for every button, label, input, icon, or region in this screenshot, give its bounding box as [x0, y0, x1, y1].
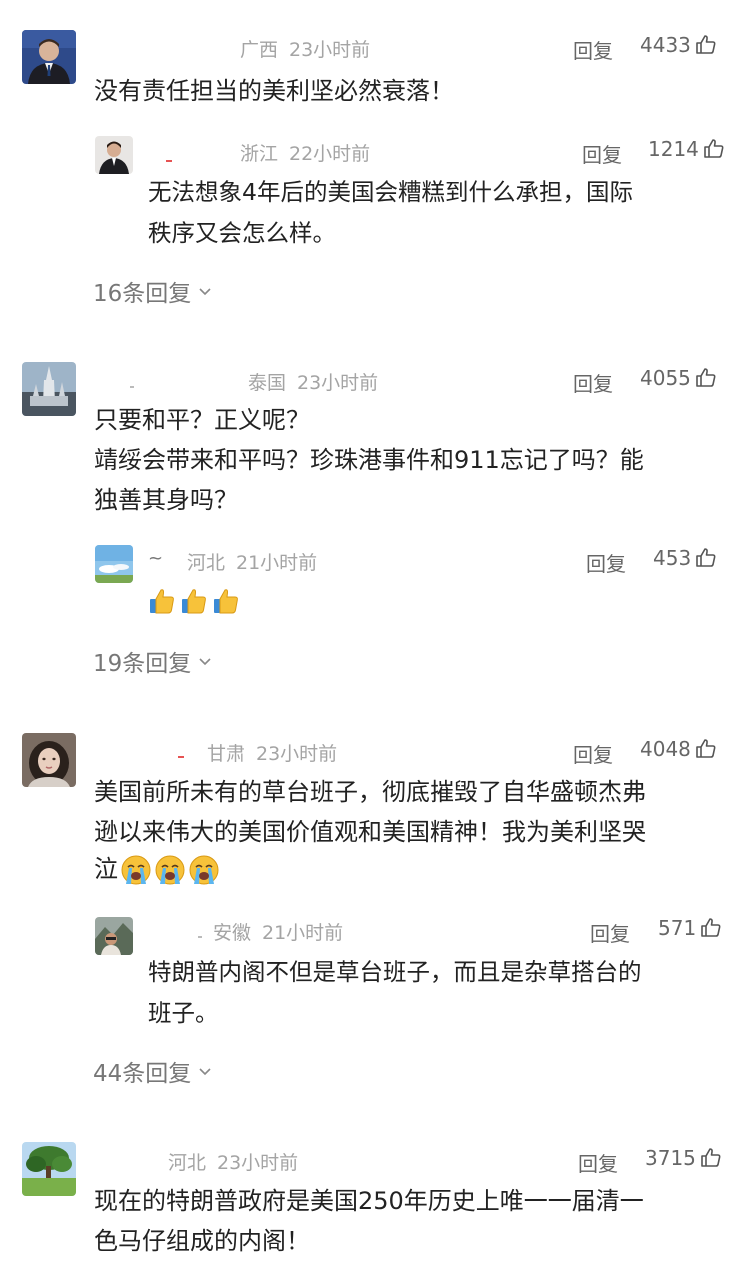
reply-button[interactable]: 回复	[578, 1148, 618, 1177]
like-count: 1214	[648, 137, 699, 161]
reply-time: 22小时前	[289, 143, 371, 165]
comment-text: 只要和平？正义呢？	[94, 406, 310, 434]
reply-text: 班子。	[148, 999, 219, 1027]
comment-text: 靖绥会带来和平吗？珍珠港事件和911忘记了吗？能	[94, 446, 644, 474]
more-replies-label: 44条回复	[93, 1061, 192, 1087]
like-button[interactable]: 571	[658, 916, 723, 940]
thumbs-up-icon	[696, 35, 716, 54]
like-button[interactable]: 4048	[640, 737, 718, 761]
thumbs-up-icon	[696, 368, 716, 387]
comment-time: 23小时前	[297, 372, 379, 394]
comment-feed: 广西 23小时前 回复 4433 没有责任担当的美利坚必然衰落！ 浙江 22小时…	[0, 0, 740, 1280]
avatar[interactable]	[22, 362, 76, 416]
chevron-down-icon	[199, 288, 211, 296]
like-button[interactable]: 453	[653, 546, 718, 570]
comment-text: 没有责任担当的美利坚必然衰落！	[94, 77, 454, 105]
like-count: 453	[653, 546, 692, 570]
avatar-image	[22, 733, 76, 787]
avatar-image	[22, 362, 76, 416]
reply-button[interactable]: 回复	[573, 739, 613, 768]
comment-text: 色马仔组成的内阁！	[94, 1227, 310, 1255]
comment-text-line: 泣	[94, 850, 220, 889]
more-replies-button[interactable]: 16条回复	[93, 274, 213, 308]
avatar[interactable]	[95, 917, 133, 955]
comment-location: 甘肃	[207, 743, 246, 765]
thumbs-up-emoji-icon	[214, 589, 238, 614]
like-button[interactable]: 4433	[640, 33, 718, 57]
like-count: 4433	[640, 33, 691, 57]
reply-location: 河北	[187, 552, 226, 574]
username-mark	[198, 936, 202, 938]
avatar[interactable]	[95, 545, 133, 583]
more-replies-label: 16条回复	[93, 281, 192, 307]
reply-button[interactable]: 回复	[582, 139, 622, 168]
like-count: 4048	[640, 737, 691, 761]
thumbs-up-icon	[704, 139, 724, 158]
like-count: 3715	[645, 1146, 696, 1170]
reply-emoji-row	[147, 586, 241, 616]
thumbs-up-emoji-icon	[150, 589, 174, 614]
avatar-image	[95, 136, 133, 174]
like-count: 571	[658, 916, 697, 940]
comment-time: 23小时前	[289, 39, 371, 61]
avatar[interactable]	[22, 733, 76, 787]
reply-time: 21小时前	[236, 552, 318, 574]
reply-button[interactable]: 回复	[586, 548, 626, 577]
more-replies-button[interactable]: 19条回复	[93, 644, 213, 678]
reply-text: 秩序又会怎么样。	[148, 219, 336, 247]
comment-text: 逊以来伟大的美国价值观和美国精神！我为美利坚哭	[94, 818, 646, 846]
reply-button[interactable]: 回复	[590, 918, 630, 947]
avatar[interactable]	[22, 30, 76, 84]
comment-text: 泣	[94, 855, 118, 883]
reply-username: ~	[148, 548, 164, 569]
avatar[interactable]	[95, 136, 133, 174]
like-button[interactable]: 4055	[640, 366, 718, 390]
reply-button[interactable]: 回复	[573, 35, 613, 64]
comment-text: 独善其身吗？	[94, 486, 238, 514]
comment-time: 23小时前	[256, 743, 338, 765]
chevron-down-icon	[199, 1068, 211, 1076]
avatar-image	[22, 30, 76, 84]
avatar-image	[95, 545, 133, 583]
thumbs-up-icon	[701, 918, 721, 937]
chevron-down-icon	[199, 658, 211, 666]
reply-location: 浙江	[240, 143, 279, 165]
loudly-crying-emoji-icon	[189, 855, 219, 884]
thumbs-up-emoji-icon	[182, 589, 206, 614]
comment-text: 美国前所未有的草台班子，彻底摧毁了自华盛顿杰弗	[94, 778, 646, 806]
loudly-crying-emoji-icon	[121, 855, 151, 884]
more-replies-button[interactable]: 44条回复	[93, 1054, 213, 1088]
thumbs-up-icon	[696, 739, 716, 758]
comment-text: 现在的特朗普政府是美国250年历史上唯一一届清一	[94, 1187, 644, 1215]
comment-time: 23小时前	[217, 1152, 299, 1174]
comment-location: 泰国	[248, 372, 287, 394]
reply-time: 21小时前	[262, 922, 344, 944]
username-mark	[178, 756, 184, 758]
thumbs-up-icon	[701, 1148, 721, 1167]
reply-location: 安徽	[213, 922, 252, 944]
username-mark	[166, 160, 172, 162]
loudly-crying-emoji-icon	[155, 855, 185, 884]
avatar[interactable]	[22, 1142, 76, 1196]
comment-location: 广西	[240, 39, 279, 61]
reply-text: 特朗普内阁不但是草台班子，而且是杂草搭台的	[148, 958, 642, 986]
like-count: 4055	[640, 366, 691, 390]
like-button[interactable]: 3715	[645, 1146, 723, 1170]
avatar-image	[22, 1142, 76, 1196]
avatar-image	[95, 917, 133, 955]
thumbs-up-icon	[696, 548, 716, 567]
reply-button[interactable]: 回复	[573, 368, 613, 397]
more-replies-label: 19条回复	[93, 651, 192, 677]
reply-text: 无法想象4年后的美国会糟糕到什么承担，国际	[148, 178, 633, 206]
username-mark	[130, 386, 134, 388]
comment-location: 河北	[168, 1152, 207, 1174]
like-button[interactable]: 1214	[648, 137, 726, 161]
